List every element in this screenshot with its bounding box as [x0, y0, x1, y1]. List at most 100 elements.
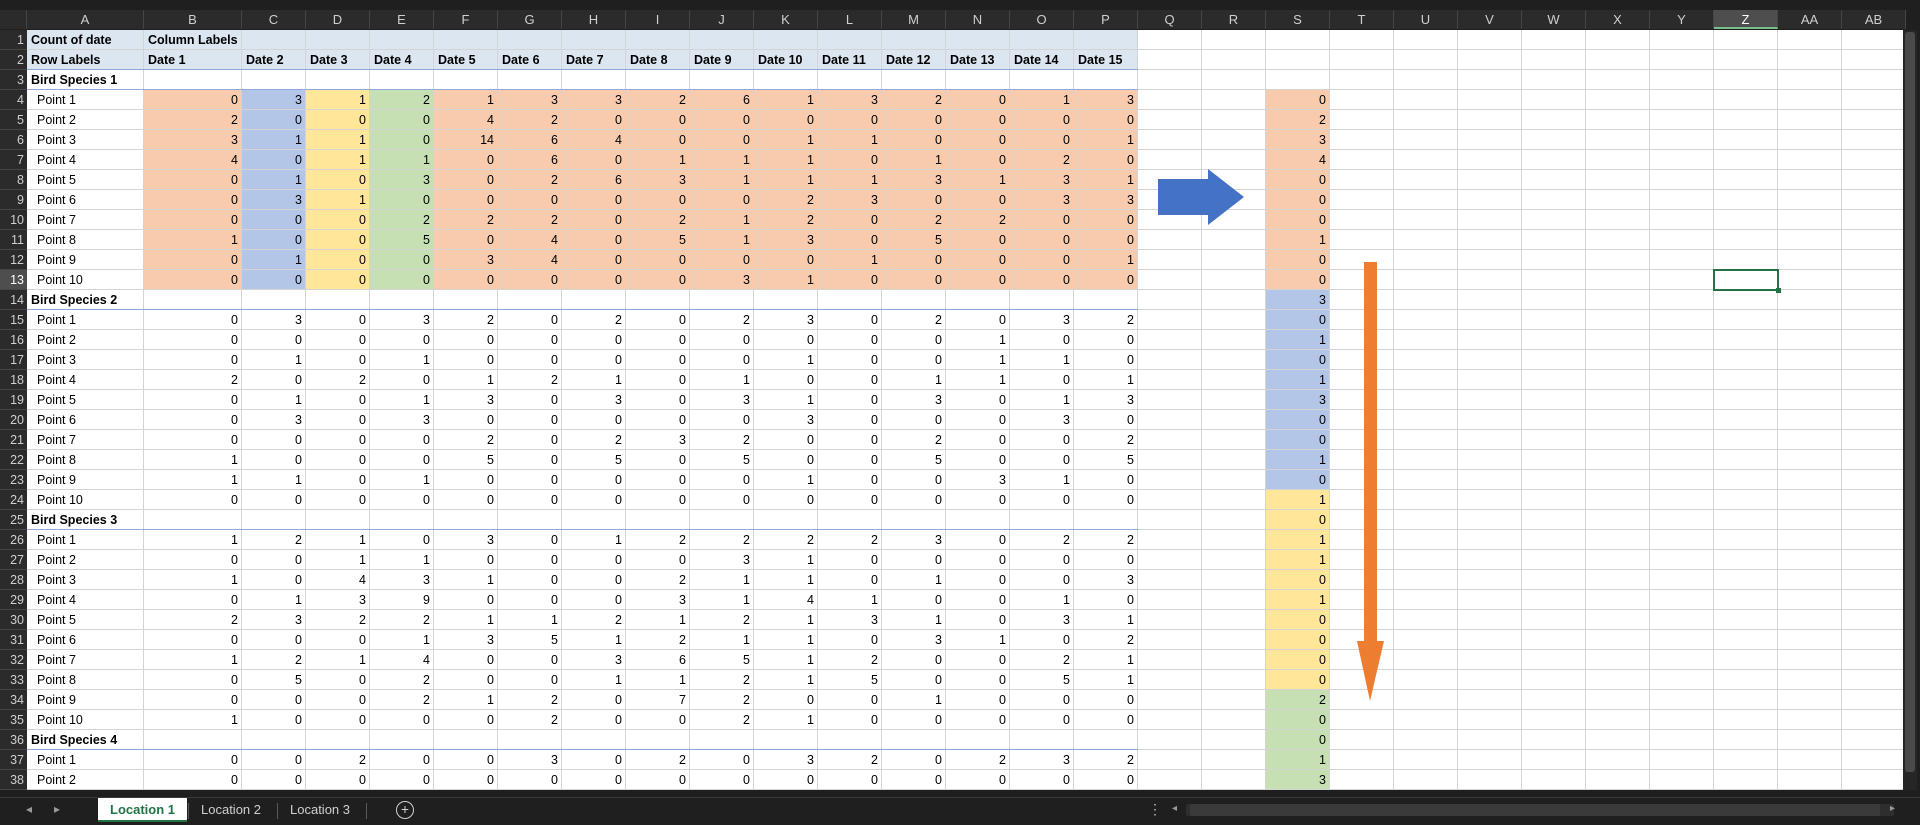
- data-cell[interactable]: 0: [306, 250, 370, 270]
- stacked-column-cell[interactable]: 0: [1266, 570, 1330, 590]
- row-header-16[interactable]: 16: [0, 330, 27, 350]
- header-cell[interactable]: [754, 30, 818, 50]
- data-cell[interactable]: 0: [562, 550, 626, 570]
- data-cell[interactable]: 1: [882, 370, 946, 390]
- data-cell[interactable]: 0: [1074, 690, 1138, 710]
- data-cell[interactable]: 0: [498, 410, 562, 430]
- data-cell[interactable]: 0: [144, 430, 242, 450]
- data-cell[interactable]: 3: [562, 390, 626, 410]
- data-cell[interactable]: 0: [242, 150, 306, 170]
- data-cell[interactable]: 0: [498, 530, 562, 550]
- stacked-column-cell[interactable]: 0: [1266, 190, 1330, 210]
- column-header-p[interactable]: P: [1074, 10, 1138, 29]
- date-column-header[interactable]: Date 1: [144, 50, 242, 70]
- data-cell[interactable]: 1: [562, 530, 626, 550]
- data-cell[interactable]: 3: [144, 130, 242, 150]
- data-cell[interactable]: 0: [946, 310, 1010, 330]
- data-cell[interactable]: 3: [498, 90, 562, 110]
- fill-handle[interactable]: [1776, 288, 1781, 293]
- data-cell[interactable]: 0: [754, 430, 818, 450]
- stacked-column-cell[interactable]: 0: [1266, 90, 1330, 110]
- data-cell[interactable]: 1: [144, 450, 242, 470]
- data-cell[interactable]: 1: [754, 90, 818, 110]
- data-cell[interactable]: 1: [434, 570, 498, 590]
- data-cell[interactable]: 3: [1074, 570, 1138, 590]
- data-cell[interactable]: 0: [1010, 550, 1074, 570]
- stacked-column-cell[interactable]: 0: [1266, 510, 1330, 530]
- row-header-9[interactable]: 9: [0, 190, 27, 210]
- data-cell[interactable]: 1: [434, 610, 498, 630]
- data-cell[interactable]: 2: [882, 310, 946, 330]
- stacked-column-cell[interactable]: 0: [1266, 650, 1330, 670]
- spreadsheet-grid[interactable]: A B C D E F G H I J K L M N O P Q R S T U V W X Y Z AA AB 123456789…: [0, 0, 1920, 797]
- data-cell[interactable]: 1: [242, 250, 306, 270]
- date-column-header[interactable]: Date 8: [626, 50, 690, 70]
- column-header-y[interactable]: Y: [1650, 10, 1714, 29]
- row-header-29[interactable]: 29: [0, 590, 27, 610]
- data-cell[interactable]: 1: [754, 130, 818, 150]
- data-cell[interactable]: 2: [1010, 150, 1074, 170]
- data-cell[interactable]: 0: [946, 530, 1010, 550]
- data-cell[interactable]: 0: [1074, 330, 1138, 350]
- data-cell[interactable]: 1: [562, 670, 626, 690]
- data-cell[interactable]: 0: [1074, 470, 1138, 490]
- date-column-header[interactable]: Date 7: [562, 50, 626, 70]
- data-cell[interactable]: 4: [562, 130, 626, 150]
- data-cell[interactable]: 0: [370, 770, 434, 790]
- chevron-left-icon[interactable]: ◂: [26, 802, 32, 816]
- data-cell[interactable]: 1: [242, 170, 306, 190]
- data-cell[interactable]: 0: [1010, 450, 1074, 470]
- data-cell[interactable]: 5: [690, 650, 754, 670]
- data-cell[interactable]: 0: [370, 530, 434, 550]
- row-header-2[interactable]: 2: [0, 50, 27, 70]
- data-cell[interactable]: 0: [498, 390, 562, 410]
- row-header-34[interactable]: 34: [0, 690, 27, 710]
- data-cell[interactable]: 1: [754, 550, 818, 570]
- data-cell[interactable]: 2: [754, 190, 818, 210]
- data-cell[interactable]: 3: [1010, 310, 1074, 330]
- data-cell[interactable]: 3: [434, 390, 498, 410]
- data-cell[interactable]: 1: [690, 150, 754, 170]
- row-header-10[interactable]: 10: [0, 210, 27, 230]
- data-cell[interactable]: 0: [882, 670, 946, 690]
- data-cell[interactable]: 1: [1074, 370, 1138, 390]
- data-cell[interactable]: 1: [882, 150, 946, 170]
- data-cell[interactable]: 1: [754, 270, 818, 290]
- column-header-r[interactable]: R: [1202, 10, 1266, 29]
- data-cell[interactable]: 1: [818, 250, 882, 270]
- data-cell[interactable]: 3: [754, 310, 818, 330]
- data-cell[interactable]: 0: [754, 370, 818, 390]
- data-cell[interactable]: 1: [754, 170, 818, 190]
- data-cell[interactable]: 1: [144, 470, 242, 490]
- data-cell[interactable]: 0: [306, 310, 370, 330]
- data-cell[interactable]: 4: [306, 570, 370, 590]
- data-cell[interactable]: 1: [754, 390, 818, 410]
- stacked-column-cell[interactable]: 0: [1266, 350, 1330, 370]
- data-cell[interactable]: 0: [242, 630, 306, 650]
- data-cell[interactable]: 0: [754, 690, 818, 710]
- date-column-header[interactable]: Date 10: [754, 50, 818, 70]
- data-cell[interactable]: 1: [370, 350, 434, 370]
- data-cell[interactable]: 0: [626, 190, 690, 210]
- data-cell[interactable]: 5: [818, 670, 882, 690]
- data-cell[interactable]: 2: [144, 370, 242, 390]
- stacked-column-cell[interactable]: 1: [1266, 450, 1330, 470]
- data-cell[interactable]: 1: [562, 630, 626, 650]
- data-cell[interactable]: 0: [946, 130, 1010, 150]
- data-cell[interactable]: 2: [562, 610, 626, 630]
- data-cell[interactable]: 0: [434, 590, 498, 610]
- data-cell[interactable]: 5: [242, 670, 306, 690]
- data-cell[interactable]: 1: [306, 650, 370, 670]
- data-cell[interactable]: 0: [882, 650, 946, 670]
- stacked-column-cell[interactable]: 1: [1266, 330, 1330, 350]
- data-cell[interactable]: 0: [946, 770, 1010, 790]
- data-cell[interactable]: 1: [144, 570, 242, 590]
- data-cell[interactable]: 2: [754, 530, 818, 550]
- stacked-column-cell[interactable]: 3: [1266, 130, 1330, 150]
- data-cell[interactable]: 2: [946, 750, 1010, 770]
- data-cell[interactable]: 3: [690, 550, 754, 570]
- column-header-m[interactable]: M: [882, 10, 946, 29]
- data-cell[interactable]: 0: [1074, 210, 1138, 230]
- data-cell[interactable]: 5: [370, 230, 434, 250]
- point-row-label[interactable]: Point 10: [27, 490, 144, 510]
